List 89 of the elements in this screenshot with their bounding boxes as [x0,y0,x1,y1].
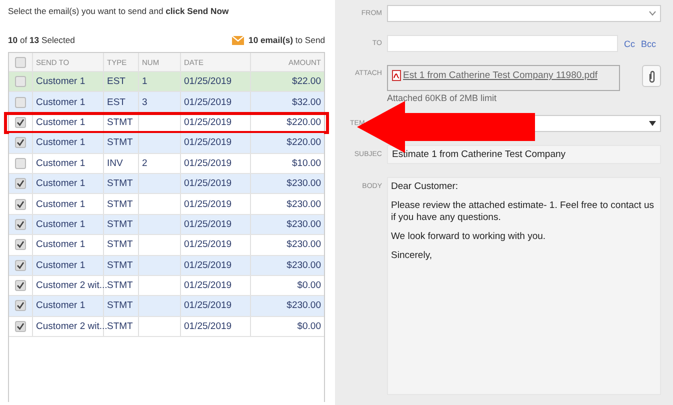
table-cell: $10.00 [292,158,321,169]
paperclip-icon [648,70,656,82]
table-cell: 01/25/2019 [184,198,232,210]
row-checkbox[interactable] [15,76,26,88]
body-text: Please review the attached estimate- 1. Feel free to contact us if you have any questions. [391,200,655,224]
table-cell: 2 [142,158,148,169]
body-field[interactable]: Dear Customer: Please review the attached estimate- 1. Feel free to contact us if you have any questions. We look forward to working with you. Sincerely, [387,177,661,395]
table-cell: 01/25/2019 [184,239,232,250]
table-cell: Customer 1 [36,76,86,88]
table-cell: $22.00 [292,76,321,88]
row-checkbox[interactable] [15,137,26,148]
table-cell: STMT [107,218,133,230]
table-cell: EST [107,96,126,108]
selected-count: 10 of 13 Selected [8,35,75,45]
table-cell: 01/25/2019 [184,137,232,148]
row-checkbox[interactable] [15,218,26,230]
table-cell: STMT [107,300,133,312]
row-checkbox[interactable] [15,178,26,190]
attach-button[interactable] [642,65,661,87]
table-cell: 01/25/2019 [184,260,232,271]
table-cell: STMT [107,280,133,292]
select-all-checkbox[interactable] [15,56,26,68]
table-cell: Customer 1 [36,300,86,312]
table-cell: 1 [142,76,148,88]
instruction-text: Select the email(s) you want to send and click Send Now [8,6,230,18]
table-cell: Customer 1 [36,116,86,128]
table-cell: $230.00 [286,239,321,250]
table-cell: $230.00 [286,260,321,271]
body-text: Dear Customer: [391,181,458,193]
table-cell: 01/25/2019 [184,320,232,332]
table-cell: STMT [107,260,133,271]
table-cell: $32.00 [292,96,321,108]
body-text: Sincerely, [391,250,432,262]
emails-to-send: 10 email(s) to Send [248,35,325,45]
caret-icon [649,121,656,126]
table-cell: Customer 1 [36,137,86,148]
table-cell: $230.00 [286,218,321,230]
row-checkbox[interactable] [15,320,26,332]
table-cell: Customer 1 [36,158,86,169]
table-cell: 01/25/2019 [184,158,232,169]
row-checkbox[interactable] [15,198,26,210]
table-cell: 01/25/2019 [184,96,232,108]
table-cell: Customer 2 wit... [36,320,108,332]
table-cell: 01/25/2019 [184,300,232,312]
table-cell: 01/25/2019 [184,76,232,88]
table-cell: 01/25/2019 [184,116,232,128]
table-cell: 01/25/2019 [184,178,232,190]
bcc-link[interactable]: Bcc [641,38,656,48]
row-checkbox[interactable] [15,239,26,250]
table-cell: STMT [107,116,133,128]
table-cell: 3 [142,96,148,108]
table-cell: $0.00 [297,280,321,292]
table-cell: Customer 1 [36,218,86,230]
table-cell: EST [107,76,126,88]
row-checkbox[interactable] [15,116,26,128]
body-text: We look forward to working with you. [391,231,546,243]
table-cell: STMT [107,178,133,190]
table-cell: 01/25/2019 [184,218,232,230]
envelope-icon [232,36,244,44]
pdf-icon [392,70,401,81]
table-cell: Customer 1 [36,239,86,250]
table-cell: $220.00 [286,137,321,148]
table-cell: STMT [107,198,133,210]
table-cell: Customer 2 wit... [36,280,108,292]
subject-field[interactable]: Estimate 1 from Catherine Test Company [387,145,661,164]
table-cell: STMT [107,320,133,332]
table-cell: $230.00 [286,198,321,210]
row-checkbox[interactable] [15,260,26,271]
table-cell: INV [107,158,123,169]
table-cell: Customer 1 [36,178,86,190]
attachment-link[interactable]: Est 1 from Catherine Test Company 11980.pdf [403,70,598,81]
table-cell: STMT [107,239,133,250]
cc-link[interactable]: Cc [624,38,635,48]
row-checkbox[interactable] [15,300,26,312]
caret-icon [649,11,656,16]
attachment-size-note: Attached 60KB of 2MB limit [387,93,498,103]
row-checkbox[interactable] [15,280,26,292]
table-cell: Customer 1 [36,198,86,210]
table-cell: Customer 1 [36,96,86,108]
table-cell: Customer 1 [36,260,86,271]
table-cell: $220.00 [286,116,321,128]
table-cell: 01/25/2019 [184,280,232,292]
table-cell: STMT [107,137,133,148]
table-cell: $230.00 [286,300,321,312]
table-cell: $230.00 [286,178,321,190]
row-checkbox[interactable] [15,158,26,169]
to-field[interactable] [387,35,618,52]
table-cell: $0.00 [297,320,321,332]
row-checkbox[interactable] [15,96,26,108]
